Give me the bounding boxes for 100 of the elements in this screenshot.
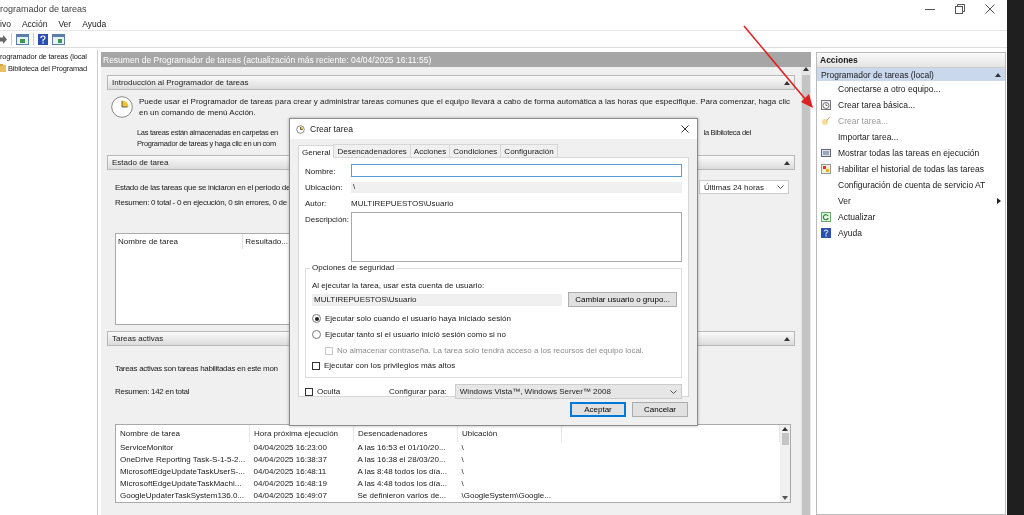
checkbox[interactable] <box>305 387 313 396</box>
change-user-button[interactable]: Cambiar usuario o grupo... <box>568 292 677 307</box>
history-icon <box>821 164 831 174</box>
accept-button[interactable]: Aceptar <box>570 402 626 417</box>
action-item[interactable]: Importar tarea... <box>817 129 1005 145</box>
collapse-icon <box>784 80 790 85</box>
table-cell-text: \ <box>460 466 465 478</box>
table-cell-text: 04/04/2025 16:49:07 <box>252 490 328 502</box>
collapse-icon <box>784 336 790 341</box>
radio-button[interactable] <box>312 330 321 339</box>
submenu-arrow-icon <box>997 198 1001 204</box>
table-cell-text: 04/04/2025 16:48:19 <box>252 478 328 490</box>
cancel-button[interactable]: Cancelar <box>632 402 688 417</box>
name-field[interactable] <box>351 164 682 177</box>
account-label: Al ejecutar la tarea, usar esta cuenta de usuario: <box>312 280 486 290</box>
location-value: \ <box>351 182 682 193</box>
help-icon[interactable] <box>38 33 48 45</box>
section-header[interactable]: Introducción al Programador de tareas <box>107 75 795 90</box>
chevron-icon <box>670 389 677 394</box>
active-summary: Resumen: 142 en total <box>114 386 191 396</box>
tab[interactable]: Condiciones <box>449 144 502 157</box>
collapse-icon <box>995 72 1001 77</box>
table-cell: ServiceMonitor <box>116 441 250 454</box>
checkbox[interactable] <box>312 361 320 370</box>
field-label: Configurar para: <box>389 387 447 396</box>
field-label: Ubicación: <box>305 182 344 192</box>
group-title: Opciones de seguridad <box>310 263 397 272</box>
table-cell-text: 04/04/2025 16:38:37 <box>252 454 328 466</box>
action-item[interactable]: Habilitar el historial de todas las tareas <box>817 161 1005 177</box>
action-item[interactable]: Configuración de cuenta de servicio AT <box>817 177 1005 193</box>
summary-header: Resumen de Programador de tareas (actualización más reciente: 04/04/2025 16:11:55) <box>101 52 811 67</box>
field-label: Autor: <box>305 198 328 208</box>
checkbox-label: Ejecutar con los privilegios más altos <box>324 361 456 370</box>
action-item[interactable]: Ayuda <box>817 225 1005 241</box>
table-cell-text: A las 4:48 todos los día... <box>356 478 448 490</box>
field-label: Descripción: <box>305 214 350 224</box>
action-item[interactable]: Conectarse a otro equipo... <box>817 81 1005 97</box>
table-cell-text: OneDrive Reporting Task-S-1-5-2... <box>119 454 247 466</box>
scroll-thumb[interactable] <box>781 433 789 445</box>
close-icon[interactable] <box>681 125 689 133</box>
table-cell-text: GoogleUpdaterTaskSystem136.0... <box>119 490 246 502</box>
description-field[interactable] <box>351 212 682 262</box>
checkbox-label: No almacenar contraseña. La tarea solo tendrá acceso a los recursos del equipo local. <box>337 346 644 355</box>
action-item[interactable]: Crear tarea básica... <box>817 97 1005 113</box>
table-cell: A las 16:53 el 01/10/20... <box>353 441 458 454</box>
table-cell-text: \ <box>460 478 465 490</box>
actions-title: Acciones <box>817 52 1005 68</box>
tab[interactable]: Desencadenadores <box>333 144 411 157</box>
scrollbar[interactable] <box>780 425 790 502</box>
section-title: Estado de tarea <box>112 158 169 167</box>
refresh-icon <box>821 212 831 222</box>
menu-item[interactable]: Ayuda <box>82 18 107 29</box>
account-value: MULTIREPUESTOS\Usuario <box>312 293 563 306</box>
close-icon[interactable] <box>985 3 995 14</box>
radio-label: Ejecutar solo cuando el usuario haya iniciado sesión <box>325 314 511 323</box>
wand-icon <box>821 116 831 126</box>
calendar-clock-icon <box>821 100 831 110</box>
folder-icon <box>0 64 6 72</box>
window-title: rogramador de tareas <box>0 3 87 14</box>
active-tasks-text: Tareas activas son tareas habilitadas en este mon <box>114 363 279 373</box>
actions-group-header[interactable]: Programador de tareas (local) <box>817 68 1005 81</box>
help-icon <box>821 228 831 238</box>
dialog-title: Crear tarea <box>310 124 353 134</box>
action-item[interactable]: Actualizar <box>817 209 1005 225</box>
checkbox-label: Oculta <box>317 387 341 396</box>
configure-dropdown[interactable]: Windows Vista™, Windows Server™ 2008 <box>454 384 682 399</box>
author-value: MULTIREPUESTOS\Usuario <box>351 198 454 208</box>
restore-icon[interactable] <box>955 3 965 14</box>
table-cell-text: \GoogleSystem\Google... <box>460 490 552 502</box>
chevron-icon <box>777 185 784 189</box>
panel-icon[interactable] <box>16 33 29 45</box>
table-cell-text: \ <box>460 454 465 466</box>
forward-arrow-icon[interactable] <box>0 34 7 44</box>
menu-item[interactable]: Acción <box>21 18 48 29</box>
radio-label: Ejecutar tanto si el usuario inició sesión como si no <box>325 330 506 339</box>
period-dropdown[interactable]: Últimas 24 horas <box>699 180 789 194</box>
section-title: Introducción al Programador de tareas <box>112 78 249 87</box>
tab[interactable]: General <box>298 145 335 158</box>
menu-item[interactable]: ivo <box>0 18 11 29</box>
menu-item[interactable]: Ver <box>58 18 72 29</box>
tab[interactable]: Configuración <box>500 144 558 157</box>
collapse-icon <box>784 160 790 165</box>
table-cell-text: 04/04/2025 16:48:11 <box>252 466 328 478</box>
field-label: Nombre: <box>305 166 337 176</box>
table-cell-text: MicrosoftEdgeUpdateTaskUserS-... <box>119 466 246 478</box>
scrollbar[interactable] <box>801 67 811 515</box>
column-header[interactable]: Nombre de tarea <box>116 234 244 249</box>
table-cell-text: Se definieron varios de... <box>356 490 447 502</box>
table-cell: 04/04/2025 16:23:00 <box>249 441 354 454</box>
radio-button[interactable] <box>312 314 321 323</box>
scroll-down-icon <box>782 496 788 500</box>
intro-text: Puede usar el Programador de tareas para crear y administrar tareas comunes que el equipo llevará a cabo de forma automática a las horas que especifique. Para comenzar, haga clic en un comando de menú Acción. <box>139 96 791 118</box>
panel-icon[interactable] <box>52 33 65 45</box>
section-title: Tareas activas <box>112 334 164 343</box>
action-item[interactable]: Ver <box>817 193 1005 209</box>
table-cell: \ <box>457 441 562 454</box>
column-header[interactable]: Nombre de tarea <box>116 425 250 442</box>
action-item[interactable]: Mostrar todas las tareas en ejecución <box>817 145 1005 161</box>
table-cell-text: A las 8:48 todos los día... <box>356 466 448 478</box>
status-summary: Resumen: 0 total - 0 en ejecución, 0 sin errores, 0 de <box>114 197 288 207</box>
